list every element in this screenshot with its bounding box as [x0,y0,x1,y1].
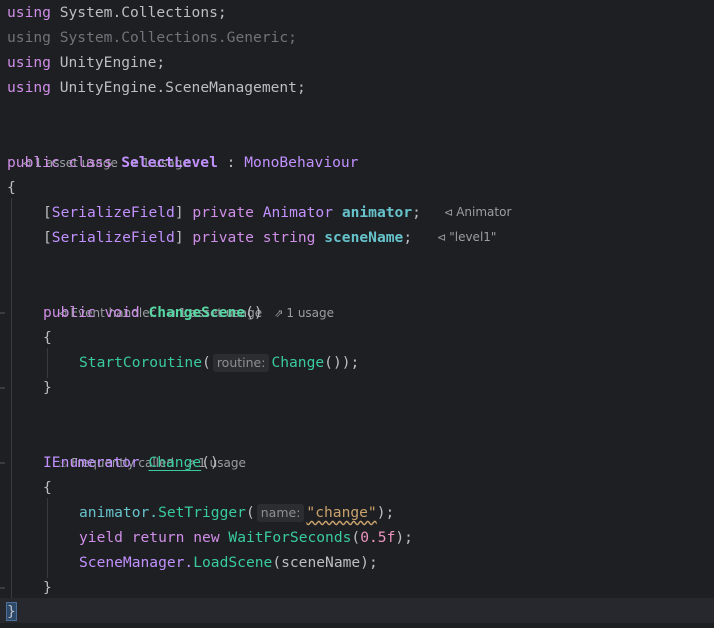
field-ref[interactable]: animator. [79,504,158,521]
type-name[interactable]: string [263,229,316,246]
unity-icon: ⊲ [444,206,454,219]
field-value-hint: ⊲ Animator [444,205,512,219]
method-code-lens: ♨ Frequently called ⇗ 1 usage [43,426,258,470]
code-line-using-3[interactable]: using UnityEngine; [7,50,165,75]
keyword: using [7,29,51,46]
field-name[interactable]: animator [342,204,412,221]
class-code-lens: ⊲ 1 asset usage ⇗ 1 usage [7,126,202,170]
parameter-hint: routine: [212,354,270,372]
keyword: using [7,54,51,71]
code-line-yield-return[interactable]: yield return new WaitForSeconds(0.5f); [79,525,413,550]
field-value-hint: ⊲ "level1" [437,230,497,244]
code-line-using-1[interactable]: using System.Collections; [7,0,227,25]
indent-guide [11,198,12,598]
namespace-unused: System.Collections.Generic; [59,29,297,46]
class-name[interactable]: SelectLevel [121,154,218,171]
method-call[interactable]: SetTrigger [158,504,246,521]
keyword: using [7,4,51,21]
keyword: private [192,229,254,246]
code-line-method-change[interactable]: IEnumerator Change() [43,450,219,475]
number-literal: 0.5f [360,529,396,546]
keyword: using [7,79,51,96]
base-class[interactable]: MonoBehaviour [244,154,358,171]
string-literal[interactable]: "change" [306,504,376,521]
code-line-brace-open[interactable]: { [43,325,52,350]
matched-brace: } [6,602,17,621]
code-line-using-2[interactable]: using System.Collections.Generic; [7,25,297,50]
method-call[interactable]: Change [271,354,324,371]
code-line-method-change-scene[interactable]: public void ChangeScene() [43,300,263,325]
fold-marker[interactable] [0,587,5,589]
method-call[interactable]: StartCoroutine [79,354,202,371]
code-line-load-scene[interactable]: SceneManager.LoadScene(sceneName); [79,550,378,575]
keyword: public void [43,304,140,321]
code-line-brace-open[interactable]: { [43,475,52,500]
method-call[interactable]: LoadScene [193,554,272,571]
namespace: System.Collections; [59,4,227,21]
code-line-field-animator[interactable]: [SerializeField] private Animator animat… [43,200,421,225]
code-line-brace-close[interactable]: } [43,375,52,400]
type-name[interactable]: Animator [263,204,333,221]
code-line-field-scene-name[interactable]: [SerializeField] private string sceneNam… [43,225,412,250]
unity-icon: ⊲ [437,231,447,244]
fold-marker[interactable] [0,462,5,464]
type-name[interactable]: IEnumerator [43,454,140,471]
code-editor[interactable]: using System.Collections; using System.C… [0,0,714,628]
type-name[interactable]: WaitForSeconds [228,529,351,546]
keyword: yield [79,529,123,546]
fold-marker[interactable] [0,312,5,314]
namespace: UnityEngine; [59,54,166,71]
namespace: UnityEngine.SceneManagement; [59,79,306,96]
code-line-brace-close[interactable]: } [43,575,52,600]
keyword: private [192,204,254,221]
keyword: new [193,529,220,546]
keyword: public class [7,154,113,171]
type-name[interactable]: SceneManager. [79,554,193,571]
attribute: SerializeField [51,229,175,246]
current-line-highlight [0,598,714,623]
indent-guide [47,348,48,378]
keyword: return [131,529,185,546]
field-name[interactable]: sceneName [324,229,403,246]
code-line-brace-open[interactable]: { [7,175,16,200]
code-line-class-decl[interactable]: public class SelectLevel : MonoBehaviour [7,150,358,175]
brace: { [7,179,16,196]
method-name[interactable]: ChangeScene [148,304,245,321]
fold-marker[interactable] [0,387,5,389]
method-code-lens: ⊲ Event handler ⊲ 1 asset usage ⇗ 1 usage [43,276,346,320]
method-name[interactable]: Change [148,454,201,471]
indent-guide [47,498,48,578]
usage-lens[interactable]: ⇗ 1 usage [274,306,334,320]
attribute: SerializeField [51,204,175,221]
external-link-icon: ⇗ [274,307,284,320]
code-line-class-brace-close[interactable]: } [6,599,17,624]
code-line-start-coroutine[interactable]: StartCoroutine(routine: Change()); [79,350,359,375]
code-line-set-trigger[interactable]: animator.SetTrigger(name: "change"); [79,500,394,525]
code-line-using-4[interactable]: using UnityEngine.SceneManagement; [7,75,306,100]
parameter-hint: name: [256,504,305,522]
